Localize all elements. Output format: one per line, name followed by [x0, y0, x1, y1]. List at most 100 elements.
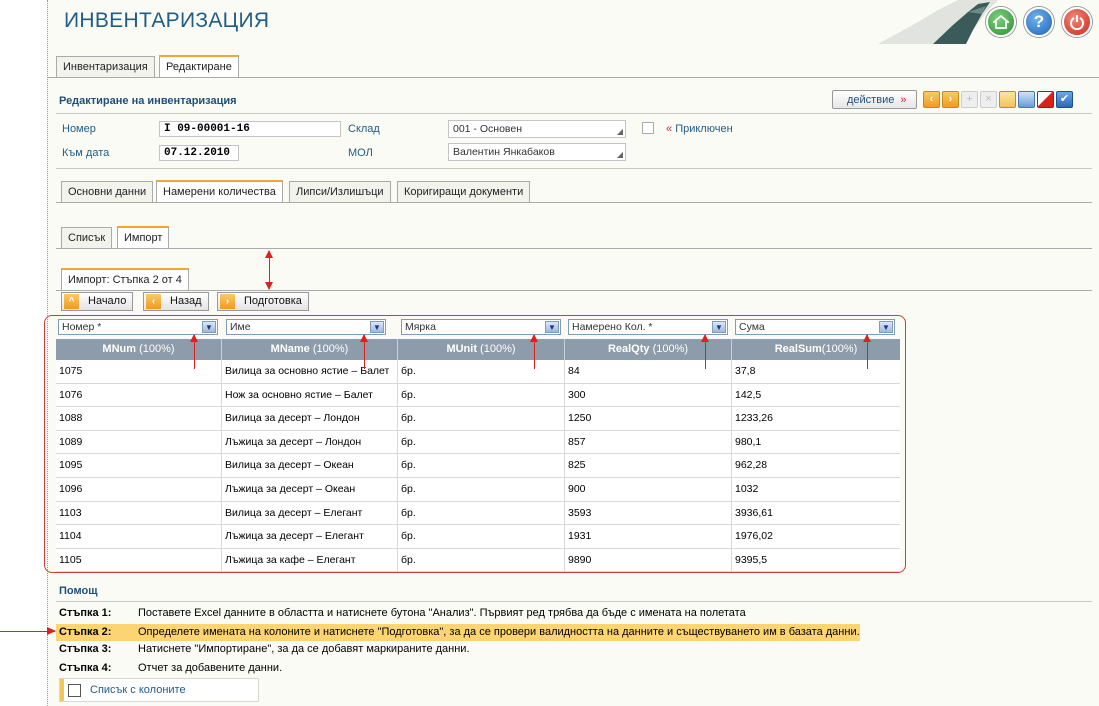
table-cell[interactable]: 1096 [56, 478, 222, 501]
table-row[interactable]: 1096 Лъжица за десерт – Океан бр. 900 1032 [56, 478, 900, 502]
table-cell[interactable]: 825 [565, 454, 732, 478]
column-select-munit[interactable]: Мярка ▼ [401, 319, 561, 335]
table-cell[interactable]: Нож за основно ястие – Балет [222, 383, 398, 407]
help-title: Помощ [59, 585, 98, 597]
table-cell[interactable]: 857 [565, 430, 732, 454]
column-header-mnum[interactable]: MNum (100%) [56, 339, 222, 360]
home-button[interactable] [986, 7, 1016, 37]
column-header-realsum[interactable]: RealSum(100%) [732, 339, 900, 360]
table-cell[interactable]: 1032 [732, 478, 900, 501]
table-cell[interactable]: 84 [565, 360, 732, 383]
date-field[interactable]: 07.12.2010 [159, 145, 239, 161]
tab-edit[interactable]: Редактиране [159, 55, 239, 77]
table-cell[interactable]: Вилица за основно ястие – Балет [222, 360, 398, 383]
table-cell[interactable]: 1105 [56, 548, 222, 572]
warehouse-field[interactable]: 001 - Основен ◢ [448, 120, 626, 138]
table-cell[interactable]: Лъжица за десерт – Океан [222, 478, 398, 501]
column-header-mname[interactable]: MName (100%) [222, 339, 398, 360]
tab-inventory[interactable]: Инвентаризация [56, 56, 155, 77]
add-button[interactable]: + [961, 91, 978, 108]
print-button[interactable] [1018, 91, 1035, 108]
mol-field[interactable]: Валентин Янкабаков ◢ [448, 143, 626, 161]
table-row[interactable]: 1088 Вилица за десерт – Лондон бр. 1250 1233… [56, 407, 900, 431]
table-row[interactable]: 1076 Нож за основно ястие – Балет бр. 300 14… [56, 383, 900, 408]
tab-main-data[interactable]: Основни данни [61, 181, 154, 202]
tab-correcting-docs[interactable]: Коригиращи документи [397, 181, 531, 202]
table-cell[interactable]: Вилица за десерт – Лондон [222, 407, 398, 431]
table-cell[interactable]: Вилица за десерт – Океан [222, 454, 398, 478]
column-header-munit[interactable]: MUnit (100%) [398, 339, 565, 360]
tab-import-step[interactable]: Импорт: Стъпка 2 от 4 [61, 268, 189, 290]
table-row[interactable]: 1103 Вилица за десерт – Елегант бр. 3593 393… [56, 501, 900, 526]
number-field[interactable]: I 09-00001-16 [159, 121, 341, 137]
table-row[interactable]: 1095 Вилица за десерт – Океан бр. 825 962,28 [56, 454, 900, 478]
table-cell[interactable]: 1250 [565, 407, 732, 431]
table-cell[interactable]: бр. [398, 478, 565, 501]
table-cell[interactable]: Лъжица за кафе – Елегант [222, 548, 398, 572]
table-cell[interactable]: Вилица за десерт – Елегант [222, 501, 398, 525]
tab-shortages[interactable]: Липси/Излишъци [289, 181, 391, 202]
table-cell[interactable]: бр. [398, 407, 565, 431]
prepare-button[interactable]: › Подготовка [217, 292, 309, 311]
table-cell[interactable]: 1103 [56, 501, 222, 525]
table-cell[interactable]: бр. [398, 454, 565, 478]
table-cell[interactable]: 3936,61 [732, 502, 900, 525]
table-cell[interactable]: 1931 [565, 525, 732, 549]
table-cell[interactable]: 1233,26 [732, 407, 900, 430]
table-cell[interactable]: бр. [398, 430, 565, 454]
column-header-realqty[interactable]: RealQty (100%) [565, 339, 732, 360]
table-row[interactable]: 1089 Лъжица за десерт – Лондон бр. 857 980,1 [56, 430, 900, 455]
start-button[interactable]: ^ Начало [61, 292, 134, 311]
cancel-button[interactable] [1037, 91, 1054, 108]
next-button[interactable]: › [942, 91, 959, 108]
back-button[interactable]: ‹ Назад [143, 292, 209, 311]
table-cell[interactable]: 300 [565, 383, 732, 407]
table-cell[interactable]: Лъжица за десерт – Елегант [222, 525, 398, 549]
table-cell[interactable]: 980,1 [732, 431, 900, 454]
column-select-mname[interactable]: Име ▼ [226, 319, 386, 335]
table-cell[interactable]: 1075 [56, 360, 222, 383]
column-select-realsum[interactable]: Сума ▼ [735, 319, 895, 335]
table-cell[interactable]: 3593 [565, 501, 732, 525]
table-cell[interactable]: 962,28 [732, 454, 900, 477]
tab-found-quantities[interactable]: Намерени количества [156, 180, 283, 202]
column-list-checkbox[interactable] [68, 684, 81, 697]
tab-list[interactable]: Списък [61, 227, 113, 248]
table-cell[interactable]: бр. [398, 383, 565, 407]
column-select-realqty[interactable]: Намерено Кол. * ▼ [568, 319, 728, 335]
step-key: Стъпка 4: [59, 662, 112, 674]
table-cell[interactable]: 37,8 [732, 360, 900, 383]
table-cell[interactable]: бр. [398, 525, 565, 549]
column-select-mnum[interactable]: Номер * ▼ [58, 319, 218, 335]
table-cell[interactable]: 1095 [56, 454, 222, 478]
table-cell[interactable]: 1088 [56, 407, 222, 431]
table-cell[interactable]: 1076 [56, 383, 222, 407]
column-list-label: Списък с колоните [90, 684, 186, 696]
column-list-toggle[interactable]: Списък с колоните [59, 678, 259, 702]
delete-button[interactable]: × [980, 91, 997, 108]
table-cell[interactable]: Лъжица за десерт – Лондон [222, 430, 398, 454]
table-cell[interactable]: 142,5 [732, 384, 900, 407]
table-cell[interactable]: 9890 [565, 548, 732, 572]
table-cell[interactable]: бр. [398, 548, 565, 572]
closed-link[interactable]: « Приключен [666, 123, 733, 135]
table-row[interactable]: 1075 Вилица за основно ястие – Балет бр. 84… [56, 360, 900, 384]
table-cell[interactable]: 9395,5 [732, 549, 900, 572]
confirm-button[interactable]: ✔ [1056, 91, 1073, 108]
prev-button[interactable]: ‹ [923, 91, 940, 108]
prepare-label: Подготовка [244, 295, 302, 307]
power-button[interactable] [1062, 7, 1092, 37]
table-row[interactable]: 1104 Лъжица за десерт – Елегант бр. 1931 197… [56, 525, 900, 549]
help-button[interactable]: ? [1024, 7, 1054, 37]
document-button[interactable] [999, 91, 1016, 108]
tab-import[interactable]: Импорт [117, 226, 170, 248]
table-row[interactable]: 1105 Лъжица за кафе – Елегант бр. 9890 9395,… [56, 548, 900, 573]
table-cell[interactable]: 1104 [56, 525, 222, 549]
table-cell[interactable]: бр. [398, 501, 565, 525]
table-cell[interactable]: 900 [565, 478, 732, 501]
closed-checkbox[interactable] [642, 122, 654, 134]
table-cell[interactable]: 1976,02 [732, 525, 900, 548]
table-cell[interactable]: бр. [398, 360, 565, 383]
action-button[interactable]: действие » [832, 90, 917, 109]
table-cell[interactable]: 1089 [56, 430, 222, 454]
